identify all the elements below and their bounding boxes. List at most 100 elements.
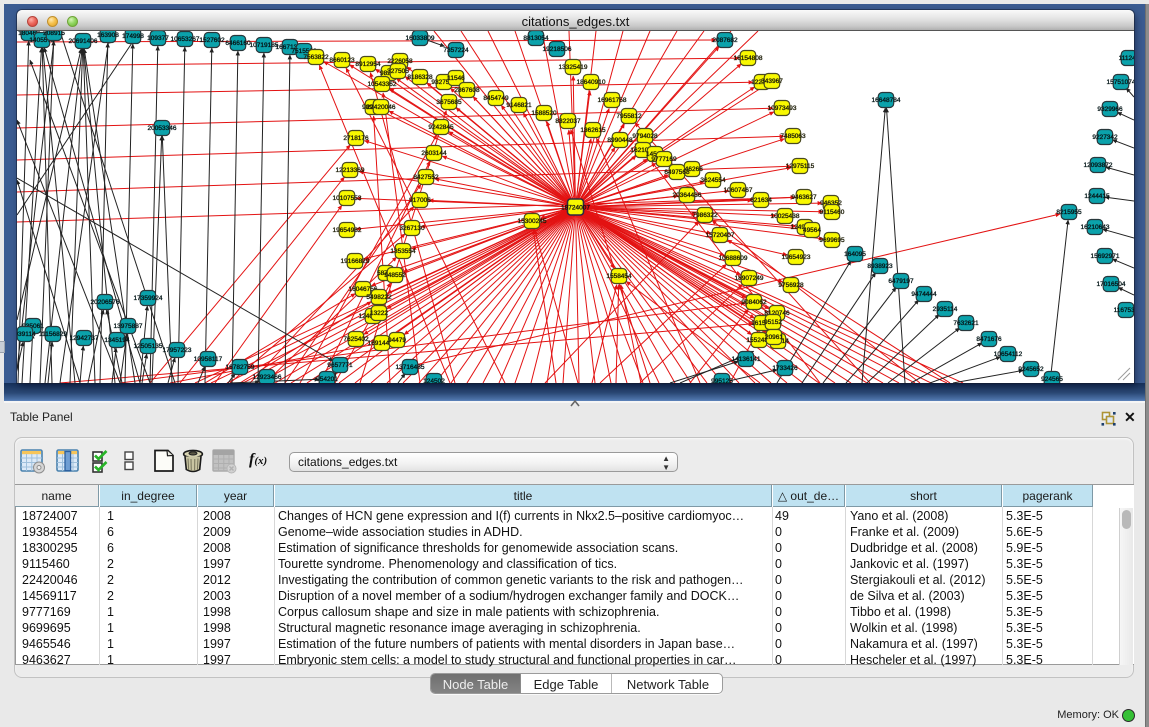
svg-text:109377: 109377 xyxy=(147,35,169,42)
svg-text:15720407: 15720407 xyxy=(706,232,735,239)
svg-text:174998: 174998 xyxy=(122,33,144,40)
svg-text:13222: 13222 xyxy=(370,310,388,317)
svg-text:18640910: 18640910 xyxy=(577,79,606,86)
svg-text:208915: 208915 xyxy=(43,31,65,37)
svg-text:7955812: 7955812 xyxy=(616,113,642,120)
svg-text:7625402: 7625402 xyxy=(343,336,369,343)
svg-text:948552: 948552 xyxy=(384,272,406,279)
svg-text:3675685: 3675685 xyxy=(436,99,462,106)
svg-text:20364436: 20364436 xyxy=(673,192,702,199)
svg-text:10653267: 10653267 xyxy=(171,36,200,43)
svg-text:327505: 327505 xyxy=(387,68,409,75)
svg-text:924565: 924565 xyxy=(1041,376,1063,383)
svg-text:6466160: 6466160 xyxy=(225,40,251,47)
svg-text:8660123: 8660123 xyxy=(329,57,355,64)
svg-text:10543362: 10543362 xyxy=(368,81,397,88)
svg-text:13716485: 13716485 xyxy=(396,364,425,371)
svg-text:11156829: 11156829 xyxy=(39,331,67,338)
svg-text:17016504: 17016504 xyxy=(1097,281,1126,288)
svg-text:16033809: 16033809 xyxy=(406,35,435,42)
svg-text:9699695: 9699695 xyxy=(819,237,845,244)
svg-text:15300245: 15300245 xyxy=(518,218,547,225)
svg-text:10973493: 10973493 xyxy=(768,105,797,112)
svg-text:16210643: 16210643 xyxy=(1081,224,1110,231)
svg-text:8427552: 8427552 xyxy=(413,174,439,181)
svg-text:2603144: 2603144 xyxy=(421,150,447,157)
svg-text:111243: 111243 xyxy=(1119,55,1134,62)
svg-text:8471676: 8471676 xyxy=(976,336,1002,343)
svg-text:8186328: 8186328 xyxy=(407,74,433,81)
svg-text:9242845: 9242845 xyxy=(428,124,454,131)
svg-text:94479: 94479 xyxy=(388,337,406,344)
svg-text:3624554: 3624554 xyxy=(700,177,726,184)
svg-text:7986322: 7986322 xyxy=(692,212,718,219)
svg-text:1733426: 1733426 xyxy=(772,365,798,372)
svg-text:7632621: 7632621 xyxy=(953,320,979,327)
svg-text:16782759: 16782759 xyxy=(226,364,255,371)
svg-text:343967: 343967 xyxy=(761,78,783,85)
svg-text:164095: 164095 xyxy=(844,251,866,258)
svg-text:2867608: 2867608 xyxy=(454,87,480,94)
svg-text:9329966: 9329966 xyxy=(1097,106,1123,113)
svg-text:995125: 995125 xyxy=(711,378,733,383)
svg-text:20961: 20961 xyxy=(765,334,783,341)
svg-text:14136141: 14136141 xyxy=(732,356,761,363)
svg-text:18724007: 18724007 xyxy=(561,204,590,211)
svg-text:1558454: 1558454 xyxy=(606,273,632,280)
svg-text:9463627: 9463627 xyxy=(791,194,817,201)
svg-text:10688609: 10688609 xyxy=(719,255,748,262)
svg-text:16648784: 16648784 xyxy=(872,97,901,104)
svg-text:5498222: 5498222 xyxy=(366,294,392,301)
svg-text:17359924: 17359924 xyxy=(134,295,163,302)
svg-text:12093872: 12093872 xyxy=(1084,162,1113,169)
svg-text:10958117: 10958117 xyxy=(194,356,223,363)
svg-text:95152: 95152 xyxy=(764,319,782,326)
svg-text:10607467: 10607467 xyxy=(724,187,753,194)
svg-text:2718176: 2718176 xyxy=(343,135,369,142)
svg-text:163908: 163908 xyxy=(97,32,119,39)
svg-text:8215955: 8215955 xyxy=(1056,209,1082,216)
svg-text:18907249: 18907249 xyxy=(735,275,764,282)
svg-text:16961758: 16961758 xyxy=(598,97,627,104)
svg-text:939114: 939114 xyxy=(17,331,36,338)
svg-text:8912954: 8912954 xyxy=(355,61,381,68)
svg-text:9245652: 9245652 xyxy=(1018,366,1044,373)
svg-text:12975115: 12975115 xyxy=(786,163,815,170)
svg-text:7485063: 7485063 xyxy=(780,133,806,140)
svg-text:917006: 917006 xyxy=(409,197,431,204)
svg-text:9227342: 9227342 xyxy=(1092,134,1118,141)
svg-text:9115460: 9115460 xyxy=(820,209,845,216)
svg-text:3267130: 3267130 xyxy=(399,225,425,232)
svg-text:49564: 49564 xyxy=(803,227,821,234)
svg-text:10719185: 10719185 xyxy=(250,42,279,49)
svg-text:1362615: 1362615 xyxy=(580,127,606,134)
svg-text:9756928: 9756928 xyxy=(778,282,804,289)
svg-text:19654923: 19654923 xyxy=(782,254,811,261)
svg-text:6497568: 6497568 xyxy=(664,169,690,176)
svg-text:9657771: 9657771 xyxy=(327,362,353,369)
svg-text:8454749: 8454749 xyxy=(483,95,509,102)
svg-text:19654982: 19654982 xyxy=(333,227,362,234)
svg-text:12505135: 12505135 xyxy=(134,343,163,350)
svg-text:1244415: 1244415 xyxy=(1084,193,1110,200)
svg-text:7563822: 7563822 xyxy=(303,54,329,61)
svg-text:19166829: 19166829 xyxy=(341,258,370,265)
svg-text:8938923: 8938923 xyxy=(867,263,893,270)
svg-text:20053346: 20053346 xyxy=(148,125,177,132)
svg-text:1167533: 1167533 xyxy=(1114,307,1134,314)
svg-text:12942737: 12942737 xyxy=(70,335,99,342)
svg-text:16154808: 16154808 xyxy=(734,55,763,62)
svg-text:17957223: 17957223 xyxy=(163,347,192,354)
svg-text:20691406: 20691406 xyxy=(69,38,98,45)
svg-text:2935114: 2935114 xyxy=(933,306,958,313)
svg-text:15692971: 15692971 xyxy=(1091,253,1120,260)
svg-text:1345194: 1345194 xyxy=(104,337,130,344)
svg-text:621634: 621634 xyxy=(750,197,772,204)
svg-text:1588520: 1588520 xyxy=(531,110,557,117)
svg-text:20206576: 20206576 xyxy=(91,299,120,306)
svg-text:13975887: 13975887 xyxy=(114,323,143,330)
svg-text:124502: 124502 xyxy=(423,378,445,383)
svg-text:9146821: 9146821 xyxy=(506,102,532,109)
svg-text:9084062: 9084062 xyxy=(741,299,767,306)
svg-text:10107553: 10107553 xyxy=(333,195,362,202)
